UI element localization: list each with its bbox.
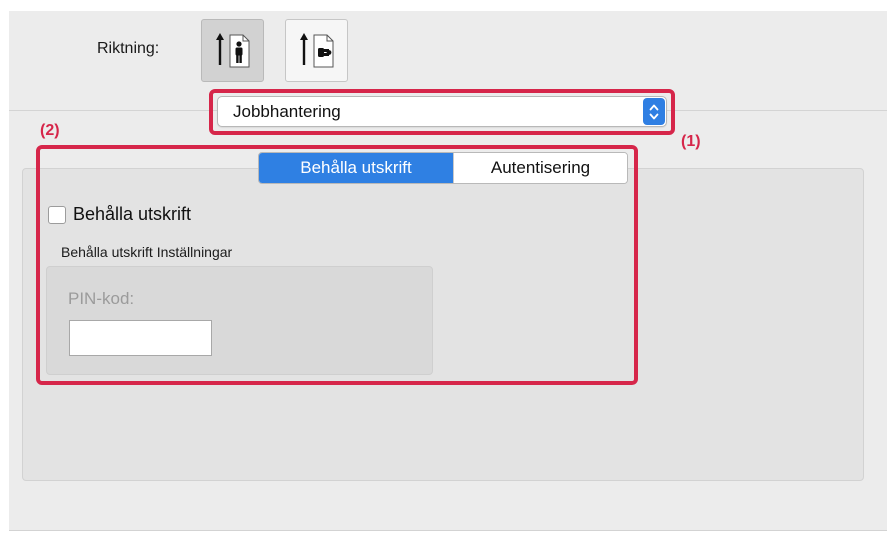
panel-menu-value: Jobbhantering: [233, 102, 341, 121]
landscape-orientation-button[interactable]: [285, 19, 348, 82]
callout-label-2: (2): [40, 122, 60, 139]
portrait-orientation-icon: [215, 32, 249, 67]
callout-label-1: (1): [681, 133, 701, 150]
panel-menu-popup[interactable]: Jobbhantering: [217, 96, 667, 127]
updown-arrows-icon: [643, 98, 665, 125]
portrait-orientation-button[interactable]: [201, 19, 264, 82]
retention-section-highlight: [36, 145, 638, 385]
orientation-label: Riktning:: [97, 40, 160, 57]
landscape-orientation-icon: [299, 32, 333, 67]
